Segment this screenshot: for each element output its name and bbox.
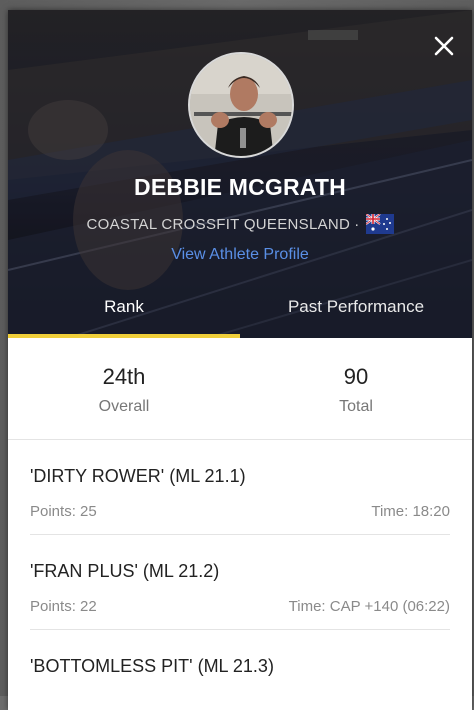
- event-details: Points: 25 Time: 18:20: [30, 503, 450, 520]
- affiliation-name: COASTAL CROSSFIT QUEENSLAND: [86, 215, 351, 233]
- athlete-card: DEBBIE MCGRATH COASTAL CROSSFIT QUEENSLA…: [8, 10, 472, 710]
- affiliation-separator: ·: [354, 215, 360, 233]
- close-icon: [434, 36, 454, 56]
- tab-past-performance[interactable]: Past Performance: [240, 282, 472, 338]
- overall-stat: 24th Overall: [8, 338, 240, 439]
- event-points: Points: 22: [30, 598, 97, 615]
- event-title: 'BOTTOMLESS PIT' (ML 21.3): [30, 656, 274, 676]
- total-points-label: Total: [339, 398, 373, 415]
- total-stat: 90 Total: [240, 338, 472, 439]
- close-button[interactable]: [432, 34, 456, 58]
- event-time: Time: 18:20: [371, 503, 450, 520]
- tab-bar: Rank Past Performance: [8, 282, 472, 338]
- rank-summary: 24th Overall 90 Total: [8, 338, 472, 440]
- athlete-affiliation: COASTAL CROSSFIT QUEENSLAND ·: [8, 213, 472, 234]
- event-item[interactable]: 'DIRTY ROWER' (ML 21.1) Points: 25 Time:…: [30, 440, 450, 535]
- athlete-photo: [190, 54, 292, 156]
- athlete-avatar: [188, 52, 294, 158]
- overall-rank-label: Overall: [98, 398, 150, 415]
- event-title: 'DIRTY ROWER' (ML 21.1): [30, 466, 246, 486]
- total-points-value: 90: [343, 364, 369, 389]
- tab-rank[interactable]: Rank: [8, 282, 240, 338]
- event-points: Points: 25: [30, 503, 97, 520]
- event-list: 'DIRTY ROWER' (ML 21.1) Points: 25 Time:…: [8, 440, 472, 691]
- athlete-name: DEBBIE MCGRATH: [134, 174, 346, 200]
- event-item[interactable]: 'FRAN PLUS' (ML 21.2) Points: 22 Time: C…: [30, 535, 450, 630]
- event-details: Points: 22 Time: CAP +140 (06:22): [30, 598, 450, 615]
- athlete-header: DEBBIE MCGRATH COASTAL CROSSFIT QUEENSLA…: [8, 10, 472, 338]
- event-time: Time: CAP +140 (06:22): [288, 598, 450, 615]
- event-title: 'FRAN PLUS' (ML 21.2): [30, 561, 220, 581]
- event-item[interactable]: 'BOTTOMLESS PIT' (ML 21.3): [30, 630, 450, 691]
- australia-flag-icon: [364, 213, 394, 234]
- view-athlete-profile-link[interactable]: View Athlete Profile: [8, 246, 472, 264]
- overall-rank-value: 24th: [102, 364, 146, 389]
